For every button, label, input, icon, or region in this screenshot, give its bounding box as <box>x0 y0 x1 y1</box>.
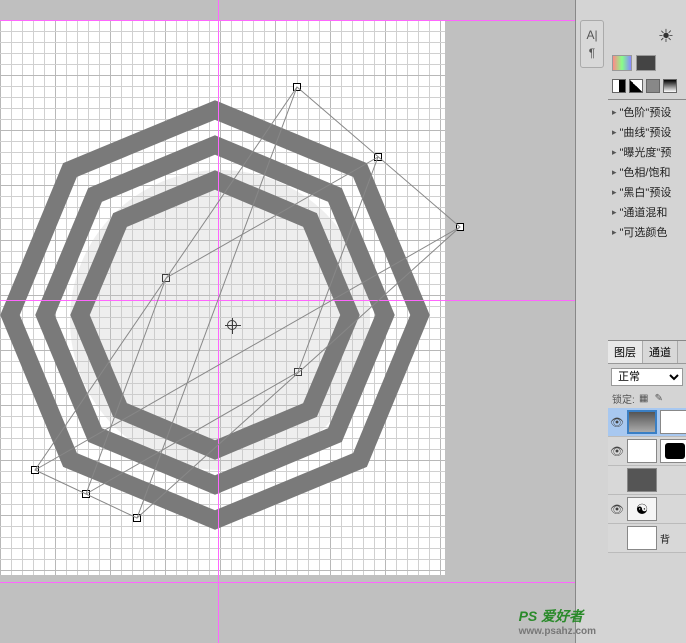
preset-bw[interactable]: "黑白"预设 <box>608 182 686 202</box>
canvas-area[interactable] <box>0 0 575 643</box>
adjustment-icon[interactable] <box>629 79 643 93</box>
lock-row: 锁定: ▦ ✎ <box>608 389 686 408</box>
guide-horizontal-1[interactable] <box>0 20 575 21</box>
preset-channel-mixer[interactable]: "通道混和 <box>608 202 686 222</box>
paragraph-panel-icon[interactable]: ¶ <box>583 45 601 61</box>
layer-name: 背 <box>660 531 684 546</box>
adjustment-icon[interactable] <box>612 55 632 71</box>
canvas-top-bar <box>0 0 575 20</box>
tab-channels[interactable]: 通道 <box>643 341 678 363</box>
guide-horizontal-3[interactable] <box>0 582 575 583</box>
watermark: PS 爱好者 www.psahz.com <box>519 606 596 637</box>
adjustment-icon[interactable] <box>663 79 677 93</box>
adjustment-icon[interactable] <box>646 79 660 93</box>
guide-horizontal-2[interactable] <box>0 300 575 301</box>
visibility-toggle[interactable] <box>610 531 624 545</box>
lock-label: 锁定: <box>612 391 635 406</box>
layer-thumbnail[interactable] <box>627 439 657 463</box>
layer-row[interactable]: 👁 <box>608 408 686 437</box>
adjustment-icon[interactable] <box>636 55 656 71</box>
layer-mask-thumbnail[interactable] <box>660 410 686 434</box>
adjustment-icons-row-1 <box>608 53 686 73</box>
preset-list: "色阶"预设 "曲线"预设 "曝光度"预 "色相/饱和 "黑白"预设 "通道混和… <box>608 99 686 244</box>
layer-thumbnail[interactable] <box>627 526 657 550</box>
adjustment-icons-row-2 <box>608 73 686 99</box>
layer-row[interactable]: 背 <box>608 524 686 553</box>
layer-thumbnail[interactable] <box>627 468 657 492</box>
brightness-icon[interactable]: ☀ <box>658 26 674 47</box>
layer-mask-thumbnail[interactable] <box>660 439 686 463</box>
main-panels: ☀ "色阶"预设 "曲线"预设 "曝光度"预 "色相/饱和 "黑白"预设 "通道… <box>608 20 686 244</box>
octagon-shape <box>0 90 440 540</box>
preset-selective-color[interactable]: "可选颜色 <box>608 222 686 242</box>
adjustment-icon[interactable] <box>612 79 626 93</box>
blend-mode-select[interactable]: 正常 <box>611 368 683 386</box>
layer-list: 👁 👁 👁 ☯ 背 <box>608 408 686 553</box>
lock-pixels-icon[interactable]: ✎ <box>653 393 665 405</box>
preset-levels[interactable]: "色阶"预设 <box>608 102 686 122</box>
layers-panel: 图层 通道 正常 锁定: ▦ ✎ 👁 👁 <box>608 340 686 643</box>
layer-thumbnail[interactable] <box>627 410 657 434</box>
visibility-toggle[interactable] <box>610 473 624 487</box>
preset-exposure[interactable]: "曝光度"预 <box>608 142 686 162</box>
blend-mode-row: 正常 <box>608 364 686 389</box>
layer-thumbnail[interactable]: ☯ <box>627 497 657 521</box>
layer-row[interactable] <box>608 466 686 495</box>
visibility-toggle[interactable]: 👁 <box>610 444 624 458</box>
collapsed-panel-strip[interactable]: A| ¶ <box>580 20 604 68</box>
lock-transparency-icon[interactable]: ▦ <box>638 393 650 405</box>
preset-hue-sat[interactable]: "色相/饱和 <box>608 162 686 182</box>
layer-row[interactable]: 👁 ☯ <box>608 495 686 524</box>
document-canvas[interactable] <box>0 20 445 575</box>
preset-curves[interactable]: "曲线"预设 <box>608 122 686 142</box>
transform-handle[interactable] <box>456 223 464 231</box>
character-panel-icon[interactable]: A| <box>583 27 601 43</box>
layer-row[interactable]: 👁 <box>608 437 686 466</box>
adjustments-header: ☀ <box>608 20 686 53</box>
visibility-toggle[interactable]: 👁 <box>610 502 624 516</box>
guide-vertical[interactable] <box>218 0 219 643</box>
layers-tabs: 图层 通道 <box>608 341 686 364</box>
visibility-toggle[interactable]: 👁 <box>610 415 624 429</box>
tab-layers[interactable]: 图层 <box>608 341 643 363</box>
panel-dock: A| ¶ ☀ "色阶"预设 "曲线"预设 "曝光度"预 "色相/饱和 "黑白"预… <box>575 0 686 643</box>
